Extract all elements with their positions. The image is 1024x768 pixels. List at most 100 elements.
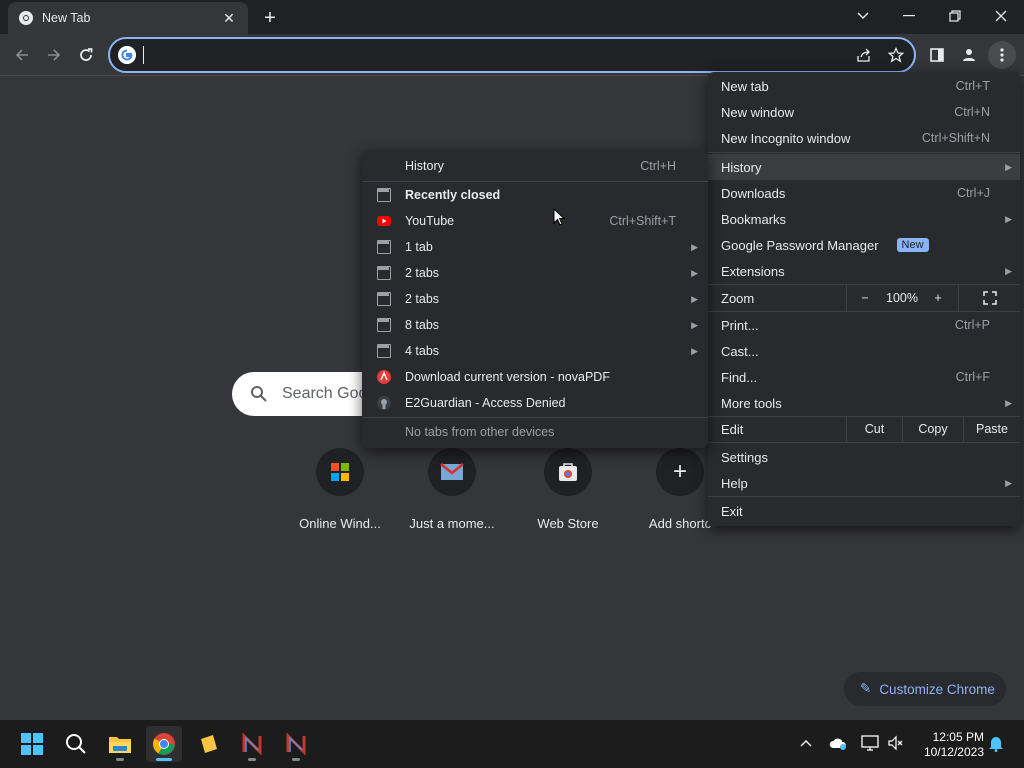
menu-label: E2Guardian - Access Denied (405, 396, 566, 410)
menu-password-manager[interactable]: Google Password Manager New (708, 232, 1020, 258)
reload-icon[interactable] (72, 41, 100, 69)
chrome-menu-icon[interactable] (988, 41, 1016, 69)
network-icon[interactable] (860, 733, 880, 753)
show-hidden-icons[interactable] (796, 733, 816, 753)
new-tab-button[interactable]: + (258, 6, 282, 30)
bookmark-star-icon[interactable] (882, 41, 910, 69)
menu-label: Cast... (721, 343, 759, 359)
menu-settings[interactable]: Settings (708, 444, 1020, 470)
menu-label: Help (721, 475, 748, 491)
windows-logo-icon (316, 448, 364, 496)
menu-label: 2 tabs (405, 292, 440, 306)
fullscreen-icon[interactable] (959, 285, 1020, 311)
history-window-1[interactable]: 1 tab ▶ (362, 234, 708, 260)
chrome-icon (19, 11, 33, 25)
menu-label: Zoom (721, 290, 755, 306)
history-window-4[interactable]: 8 tabs ▶ (362, 312, 708, 338)
menu-exit[interactable]: Exit (708, 498, 1020, 524)
window-icon (377, 292, 391, 306)
novapdf-icon (377, 370, 391, 384)
history-e2guardian[interactable]: E2Guardian - Access Denied (362, 390, 708, 416)
menu-find[interactable]: Find... Ctrl+F (708, 364, 1020, 390)
taskbar-chrome[interactable] (146, 726, 182, 762)
history-window-5[interactable]: 4 tabs ▶ (362, 338, 708, 364)
forward-icon[interactable] (40, 41, 68, 69)
tab-search-icon[interactable] (840, 0, 886, 32)
tab-title: New Tab (42, 11, 91, 25)
paste-button[interactable]: Paste (963, 416, 1020, 442)
system-clock[interactable]: 12:05 PM 10/12/2023 (912, 730, 984, 760)
submenu-arrow-icon: ▶ (691, 293, 698, 304)
chrome-icon (153, 733, 175, 755)
address-input[interactable] (146, 43, 826, 67)
menu-history[interactable]: History ▶ (708, 154, 1020, 180)
app-n-icon (242, 733, 262, 755)
shortcut-label: Online Wind... (299, 516, 381, 531)
menu-downloads[interactable]: Downloads Ctrl+J (708, 180, 1020, 206)
menu-bookmarks[interactable]: Bookmarks ▶ (708, 206, 1020, 232)
menu-new-incognito[interactable]: New Incognito window Ctrl+Shift+N (708, 125, 1020, 151)
back-icon[interactable] (8, 41, 36, 69)
shortcut-online-windows[interactable]: Online Wind... (284, 448, 396, 531)
menu-label: Print... (721, 317, 759, 333)
history-youtube[interactable]: YouTube Ctrl+Shift+T (362, 208, 708, 234)
shortcut-just-a-moment[interactable]: Just a mome... (396, 448, 508, 531)
address-bar[interactable] (108, 37, 916, 73)
notification-bell-icon[interactable] (986, 733, 1006, 753)
menu-new-tab[interactable]: New tab Ctrl+T (708, 73, 1020, 99)
menu-label: New window (721, 104, 794, 120)
menu-label: Exit (721, 503, 743, 519)
taskbar-sticky-notes[interactable] (190, 726, 226, 762)
clock-date: 10/12/2023 (923, 745, 984, 759)
window-icon (377, 266, 391, 280)
submenu-arrow-icon: ▶ (691, 319, 698, 330)
shortcut-text: Ctrl+H (640, 159, 676, 173)
submenu-arrow-icon: ▶ (1005, 161, 1012, 172)
menu-more-tools[interactable]: More tools ▶ (708, 390, 1020, 416)
submenu-arrow-icon: ▶ (1005, 397, 1012, 408)
menu-extensions[interactable]: Extensions ▶ (708, 258, 1020, 284)
menu-help[interactable]: Help ▶ (708, 470, 1020, 496)
shortcut-web-store[interactable]: Web Store (512, 448, 624, 531)
start-button[interactable] (14, 726, 50, 762)
menu-label: More tools (721, 395, 782, 411)
cut-button[interactable]: Cut (846, 416, 902, 442)
restore-icon[interactable] (932, 0, 978, 32)
submenu-arrow-icon: ▶ (1005, 265, 1012, 276)
taskbar-app-n1[interactable] (234, 726, 270, 762)
app-n-icon (286, 733, 306, 755)
tab-new-tab[interactable]: New Tab ✕ (8, 2, 248, 34)
zoom-in-button[interactable]: + (921, 285, 955, 311)
profile-icon[interactable] (955, 41, 983, 69)
menu-label: 2 tabs (405, 266, 440, 280)
taskbar-search-button[interactable] (58, 726, 94, 762)
taskbar-app-n2[interactable] (278, 726, 314, 762)
taskbar-file-explorer[interactable] (102, 726, 138, 762)
pencil-icon: ✎ (860, 681, 872, 696)
menu-divider (708, 496, 1020, 497)
recently-closed-header: Recently closed (362, 182, 708, 208)
volume-muted-icon[interactable] (886, 733, 906, 753)
close-window-icon[interactable] (978, 0, 1024, 32)
shortcut-label: Just a mome... (409, 516, 495, 531)
history-novapdf[interactable]: Download current version - novaPDF (362, 364, 708, 390)
side-panel-icon[interactable] (923, 41, 951, 69)
minimize-icon[interactable] (886, 0, 932, 32)
history-window-2[interactable]: 2 tabs ▶ (362, 260, 708, 286)
menu-new-window[interactable]: New window Ctrl+N (708, 99, 1020, 125)
share-icon[interactable] (850, 41, 878, 69)
menu-print[interactable]: Print... Ctrl+P (708, 312, 1020, 338)
menu-label: Bookmarks (721, 211, 787, 227)
history-item[interactable]: History Ctrl+H (362, 153, 708, 179)
onedrive-icon[interactable] (828, 733, 848, 753)
customize-chrome-button[interactable]: ✎ Customize Chrome (844, 672, 1006, 706)
copy-button[interactable]: Copy (902, 416, 963, 442)
close-tab-icon[interactable]: ✕ (220, 9, 238, 27)
text-caret (143, 46, 144, 64)
zoom-out-button[interactable]: − (847, 285, 883, 311)
no-tabs-message: No tabs from other devices (362, 419, 708, 445)
menu-cast[interactable]: Cast... (708, 338, 1020, 364)
shortcut-text: Ctrl+J (957, 186, 990, 200)
menu-label: Recently closed (405, 188, 501, 202)
history-window-3[interactable]: 2 tabs ▶ (362, 286, 708, 312)
